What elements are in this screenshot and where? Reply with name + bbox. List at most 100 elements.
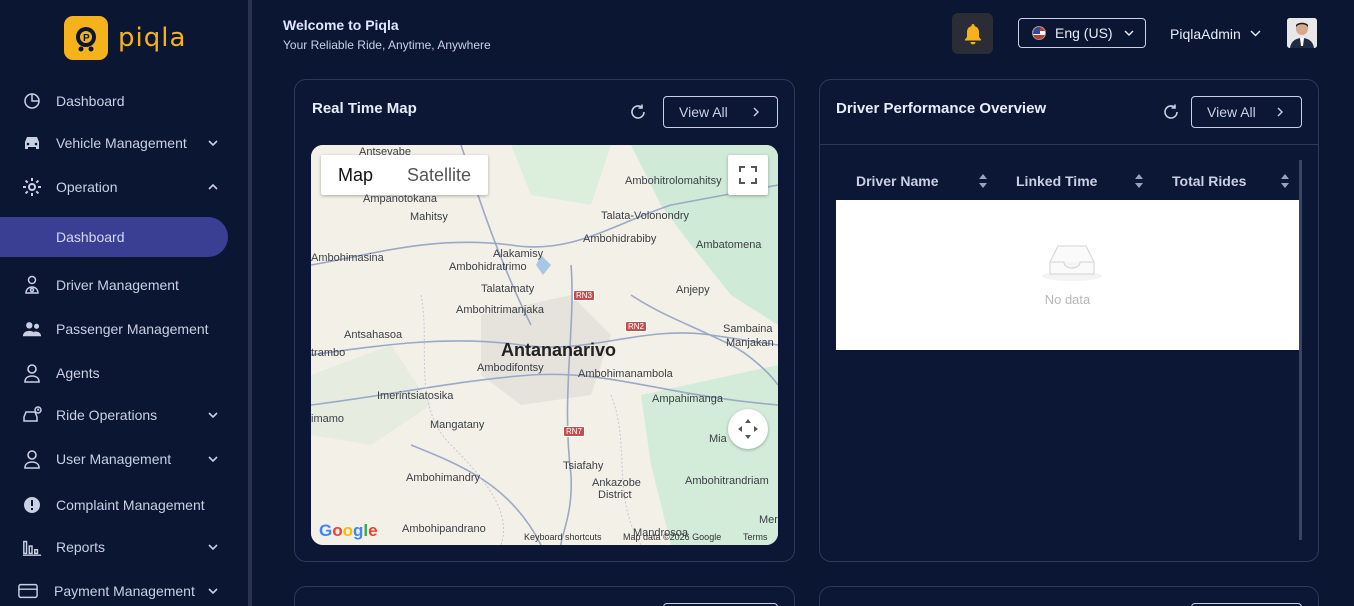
bell-icon bbox=[964, 23, 981, 44]
map-place-label: Antsahasoa bbox=[344, 329, 403, 341]
table-scrollbar[interactable] bbox=[1299, 160, 1302, 540]
road-shield: RN7 bbox=[563, 426, 586, 437]
sidebar-item-dashboard[interactable]: Dashboard bbox=[0, 83, 240, 119]
chevron-up-icon bbox=[208, 183, 218, 190]
map-place-label: imamo bbox=[311, 413, 345, 425]
sidebar: P piqla Dashboard Vehicle Management Ope… bbox=[0, 0, 250, 606]
map-place-label: Ambohimanambola bbox=[578, 368, 673, 380]
map-card-title: Real Time Map bbox=[312, 100, 417, 117]
sidebar-item-vehicle-management[interactable]: Vehicle Management bbox=[0, 125, 240, 161]
svg-text:P: P bbox=[83, 33, 90, 44]
map-place-label: Anjepy bbox=[676, 284, 710, 296]
sort-icon[interactable] bbox=[1134, 173, 1144, 189]
chevron-down-icon bbox=[208, 544, 218, 551]
driver-card-title: Driver Performance Overview bbox=[836, 100, 1047, 117]
sidebar-item-label: Dashboard bbox=[56, 93, 125, 109]
chevron-down-icon bbox=[208, 456, 218, 463]
sidebar-item-label: Vehicle Management bbox=[56, 135, 187, 151]
brand-logo[interactable]: P piqla bbox=[64, 16, 186, 60]
map-place-label: Ankazobe bbox=[592, 477, 641, 489]
sidebar-item-driver-management[interactable]: Driver Management bbox=[0, 267, 240, 303]
map-tab-satellite[interactable]: Satellite bbox=[390, 155, 488, 195]
us-flag-icon bbox=[1032, 26, 1046, 40]
map-pan-control[interactable] bbox=[728, 409, 768, 449]
view-all-label: View All bbox=[679, 104, 728, 120]
road-shield: RN3 bbox=[573, 290, 596, 301]
map-data-attribution: Map data ©2026 Google bbox=[623, 532, 722, 542]
view-all-label: View All bbox=[1207, 104, 1256, 120]
map-place-label: Mer bbox=[759, 514, 778, 526]
user-icon bbox=[22, 449, 42, 469]
map-place-label: Mahitsy bbox=[410, 211, 448, 223]
chevron-down-icon bbox=[208, 412, 218, 419]
map-view[interactable]: Map Satellite Antsevabe Ambohitrolomahit… bbox=[311, 145, 778, 545]
notifications-button[interactable] bbox=[952, 13, 993, 54]
sidebar-item-reports[interactable]: Reports bbox=[0, 529, 240, 565]
map-place-label: Talatamaty bbox=[481, 283, 535, 295]
map-city-label: Antananarivo bbox=[501, 340, 617, 360]
chevron-right-icon bbox=[753, 107, 759, 117]
sort-icon[interactable] bbox=[1280, 173, 1290, 189]
sidebar-item-label: Agents bbox=[56, 365, 100, 381]
sidebar-item-payment-management[interactable]: Payment Management bbox=[0, 573, 240, 606]
map-place-label: Ambohimandry bbox=[406, 472, 480, 484]
logo-icon: P bbox=[64, 16, 108, 60]
language-select[interactable]: Eng (US) bbox=[1018, 18, 1146, 48]
map-place-label: Manjakan bbox=[726, 337, 774, 349]
map-place-label: District bbox=[598, 489, 632, 501]
sidebar-item-user-management[interactable]: User Management bbox=[0, 441, 240, 477]
map-place-label: trambo bbox=[311, 347, 346, 359]
alert-icon bbox=[22, 495, 42, 515]
map-tab-map[interactable]: Map bbox=[321, 155, 390, 195]
column-linked-time[interactable]: Linked Time bbox=[1016, 173, 1097, 189]
fullscreen-button[interactable] bbox=[728, 155, 768, 195]
sidebar-subitem-dashboard[interactable]: Dashboard bbox=[0, 217, 228, 257]
column-total-rides[interactable]: Total Rides bbox=[1172, 173, 1246, 189]
map-place-label: Ampahimanga bbox=[652, 393, 723, 405]
chevron-down-icon[interactable] bbox=[1249, 27, 1262, 40]
map-place-label: Talata-Volonondry bbox=[601, 210, 690, 222]
refresh-icon[interactable] bbox=[1162, 103, 1180, 121]
sidebar-item-agents[interactable]: Agents bbox=[0, 355, 240, 391]
keyboard-shortcuts-link[interactable]: Keyboard shortcuts bbox=[524, 532, 602, 542]
map-place-label: Antsevabe bbox=[359, 146, 411, 158]
terms-link[interactable]: Terms bbox=[743, 532, 768, 542]
language-label: Eng (US) bbox=[1055, 25, 1113, 41]
sidebar-item-label: User Management bbox=[56, 451, 172, 467]
sidebar-item-label: Reports bbox=[56, 539, 106, 555]
sidebar-item-passenger-management[interactable]: Passenger Management bbox=[0, 311, 240, 347]
users-icon bbox=[22, 319, 42, 339]
map-place-label: Ambodifontsy bbox=[477, 362, 544, 374]
map-place-label: Mia bbox=[709, 433, 727, 445]
column-driver-name[interactable]: Driver Name bbox=[856, 173, 939, 189]
map-view-all-button[interactable]: View All bbox=[663, 96, 778, 128]
map-place-label: Ambatomena bbox=[696, 239, 762, 251]
user-menu[interactable]: PiqlaAdmin bbox=[1170, 26, 1241, 42]
user-icon bbox=[22, 363, 42, 383]
driver-icon bbox=[22, 275, 42, 295]
sidebar-item-complaint-management[interactable]: Complaint Management bbox=[0, 487, 240, 523]
card-icon bbox=[18, 581, 38, 601]
sidebar-item-label: Payment Management bbox=[54, 583, 195, 599]
map-place-label: Ampanotokana bbox=[363, 193, 437, 205]
refresh-icon[interactable] bbox=[629, 103, 647, 121]
map-place-label: Sambaina bbox=[723, 323, 773, 335]
sidebar-item-ride-operations[interactable]: Ride Operations bbox=[0, 397, 240, 433]
map-place-label: Ambohitrolomahitsy bbox=[625, 175, 722, 187]
dashboard-icon bbox=[22, 91, 42, 111]
sidebar-scrollbar[interactable] bbox=[248, 0, 252, 606]
sidebar-item-label: Complaint Management bbox=[56, 497, 205, 513]
map-place-label: Ambohitrimanjaka bbox=[456, 304, 545, 316]
chevron-down-icon bbox=[1124, 30, 1134, 36]
chevron-right-icon bbox=[1277, 107, 1283, 117]
google-logo: Google bbox=[319, 521, 378, 540]
driver-view-all-button[interactable]: View All bbox=[1191, 96, 1302, 128]
ride-icon bbox=[22, 405, 42, 425]
sidebar-item-operation[interactable]: Operation bbox=[0, 169, 240, 205]
map-place-label: Ambohitrandriam bbox=[685, 475, 769, 487]
avatar[interactable] bbox=[1287, 18, 1317, 48]
driver-table-header: Driver Name Linked Time Total Rides bbox=[836, 160, 1299, 200]
map-place-label: Ambohipandrano bbox=[402, 523, 486, 535]
gear-icon bbox=[22, 177, 42, 197]
sort-icon[interactable] bbox=[978, 173, 988, 189]
